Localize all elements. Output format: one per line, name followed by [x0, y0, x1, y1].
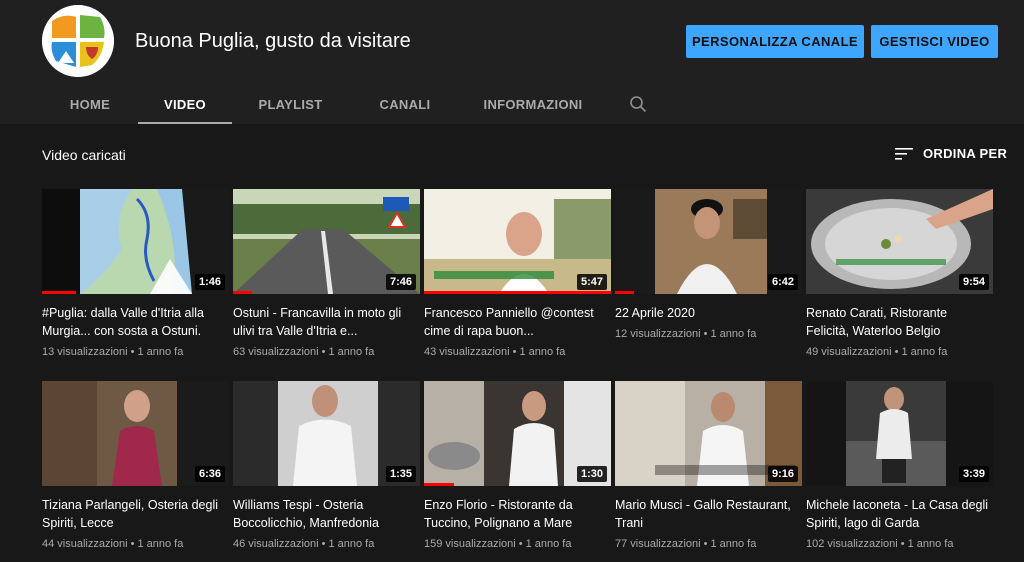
video-meta: 63 visualizzazioni • 1 anno fa — [233, 346, 375, 358]
video-duration: 9:54 — [958, 274, 989, 290]
view-count: 159 visualizzazioni — [424, 538, 516, 550]
video-card[interactable]: 1:35 Williams Tespi - Osteria Boccolicch… — [233, 381, 420, 550]
tab-playlist[interactable]: PLAYLIST — [232, 84, 349, 124]
video-meta: 43 visualizzazioni • 1 anno fa — [424, 346, 566, 358]
customize-channel-button[interactable]: PERSONALIZZA CANALE — [686, 25, 864, 58]
video-meta: 77 visualizzazioni • 1 anno fa — [615, 538, 757, 550]
upload-age: 1 anno fa — [710, 328, 757, 340]
video-meta: 49 visualizzazioni • 1 anno fa — [806, 346, 948, 358]
sort-button[interactable]: ORDINA PER — [895, 146, 1007, 161]
video-duration: 1:30 — [576, 466, 607, 482]
video-meta: 13 visualizzazioni • 1 anno fa — [42, 346, 184, 358]
video-title[interactable]: Enzo Florio - Ristorante da Tuccino, Pol… — [424, 496, 611, 532]
video-thumbnail[interactable]: 3:39 — [806, 381, 993, 486]
view-count: 12 visualizzazioni — [615, 328, 701, 340]
video-thumbnail[interactable]: 9:54 — [806, 189, 993, 294]
upload-age: 1 anno fa — [328, 538, 375, 550]
channel-search-button[interactable] — [613, 84, 663, 124]
video-thumbnail[interactable]: 1:30 — [424, 381, 611, 486]
view-count: 46 visualizzazioni — [233, 538, 319, 550]
sort-icon — [895, 147, 913, 160]
manage-videos-button[interactable]: GESTISCI VIDEO — [871, 25, 998, 58]
video-card[interactable]: 9:54 Renato Carati, Ristorante Felicità,… — [806, 189, 993, 358]
video-duration: 6:42 — [767, 274, 798, 290]
video-title[interactable]: Tiziana Parlangeli, Osteria degli Spirit… — [42, 496, 229, 532]
video-thumbnail[interactable]: 9:16 — [615, 381, 802, 486]
view-count: 43 visualizzazioni — [424, 346, 510, 358]
view-count: 102 visualizzazioni — [806, 538, 898, 550]
video-meta: 44 visualizzazioni • 1 anno fa — [42, 538, 184, 550]
video-title[interactable]: Williams Tespi - Osteria Boccolicchio, M… — [233, 496, 420, 532]
video-card[interactable]: 1:46 #Puglia: dalla Valle d'Itria alla M… — [42, 189, 229, 358]
video-thumbnail[interactable]: 1:35 — [233, 381, 420, 486]
video-card[interactable]: 3:39 Michele Iaconeta - La Casa degli Sp… — [806, 381, 993, 550]
channel-avatar[interactable] — [42, 5, 114, 77]
channel-header: Buona Puglia, gusto da visitare PERSONAL… — [0, 0, 1024, 124]
watch-progress — [233, 291, 252, 294]
upload-age: 1 anno fa — [907, 538, 954, 550]
view-count: 49 visualizzazioni — [806, 346, 892, 358]
upload-age: 1 anno fa — [328, 346, 375, 358]
video-title[interactable]: Ostuni - Francavilla in moto gli ulivi t… — [233, 304, 420, 340]
video-card[interactable]: 6:36 Tiziana Parlangeli, Osteria degli S… — [42, 381, 229, 550]
video-title[interactable]: Michele Iaconeta - La Casa degli Spiriti… — [806, 496, 993, 532]
video-thumbnail[interactable]: 6:42 — [615, 189, 802, 294]
video-meta: 12 visualizzazioni • 1 anno fa — [615, 328, 757, 340]
video-duration: 3:39 — [958, 466, 989, 482]
watch-progress — [42, 291, 76, 294]
channel-title: Buona Puglia, gusto da visitare — [135, 30, 411, 52]
channel-logo-icon — [42, 5, 114, 77]
video-thumbnail[interactable]: 6:36 — [42, 381, 229, 486]
video-duration: 5:47 — [576, 274, 607, 290]
section-title: Video caricati — [42, 147, 126, 163]
upload-age: 1 anno fa — [519, 346, 566, 358]
tab-home[interactable]: HOME — [42, 84, 138, 124]
video-duration: 1:35 — [385, 466, 416, 482]
video-title[interactable]: Francesco Panniello @contest cime di rap… — [424, 304, 611, 340]
video-card[interactable]: 1:30 Enzo Florio - Ristorante da Tuccino… — [424, 381, 611, 550]
upload-age: 1 anno fa — [710, 538, 757, 550]
video-meta: 102 visualizzazioni • 1 anno fa — [806, 538, 954, 550]
watch-progress — [424, 291, 611, 294]
view-count: 77 visualizzazioni — [615, 538, 701, 550]
video-thumbnail[interactable]: 7:46 — [233, 189, 420, 294]
video-thumbnail[interactable]: 5:47 — [424, 189, 611, 294]
watch-progress — [615, 291, 634, 294]
view-count: 13 visualizzazioni — [42, 346, 128, 358]
upload-age: 1 anno fa — [137, 538, 184, 550]
sort-label: ORDINA PER — [923, 146, 1008, 161]
video-card[interactable]: 5:47 Francesco Panniello @contest cime d… — [424, 189, 611, 358]
video-duration: 1:46 — [194, 274, 225, 290]
video-meta: 46 visualizzazioni • 1 anno fa — [233, 538, 375, 550]
video-title[interactable]: 22 Aprile 2020 — [615, 304, 802, 322]
view-count: 44 visualizzazioni — [42, 538, 128, 550]
upload-age: 1 anno fa — [137, 346, 184, 358]
video-meta: 159 visualizzazioni • 1 anno fa — [424, 538, 572, 550]
watch-progress — [424, 483, 454, 486]
channel-tabs: HOME VIDEO PLAYLIST CANALI INFORMAZIONI — [42, 84, 663, 124]
video-duration: 9:16 — [767, 466, 798, 482]
video-title[interactable]: Mario Musci - Gallo Restaurant, Trani — [615, 496, 802, 532]
video-title[interactable]: #Puglia: dalla Valle d'Itria alla Murgia… — [42, 304, 229, 340]
video-duration: 7:46 — [385, 274, 416, 290]
search-icon — [630, 96, 647, 113]
video-card[interactable]: 9:16 Mario Musci - Gallo Restaurant, Tra… — [615, 381, 802, 550]
view-count: 63 visualizzazioni — [233, 346, 319, 358]
upload-age: 1 anno fa — [901, 346, 948, 358]
video-thumbnail[interactable]: 1:46 — [42, 189, 229, 294]
video-title[interactable]: Renato Carati, Ristorante Felicità, Wate… — [806, 304, 993, 340]
tab-informazioni[interactable]: INFORMAZIONI — [461, 84, 605, 124]
upload-age: 1 anno fa — [525, 538, 572, 550]
video-card[interactable]: 7:46 Ostuni - Francavilla in moto gli ul… — [233, 189, 420, 358]
tab-video[interactable]: VIDEO — [138, 84, 232, 124]
tab-canali[interactable]: CANALI — [349, 84, 461, 124]
video-duration: 6:36 — [194, 466, 225, 482]
video-card[interactable]: 6:42 22 Aprile 2020 12 visualizzazioni • 1… — [615, 189, 802, 340]
